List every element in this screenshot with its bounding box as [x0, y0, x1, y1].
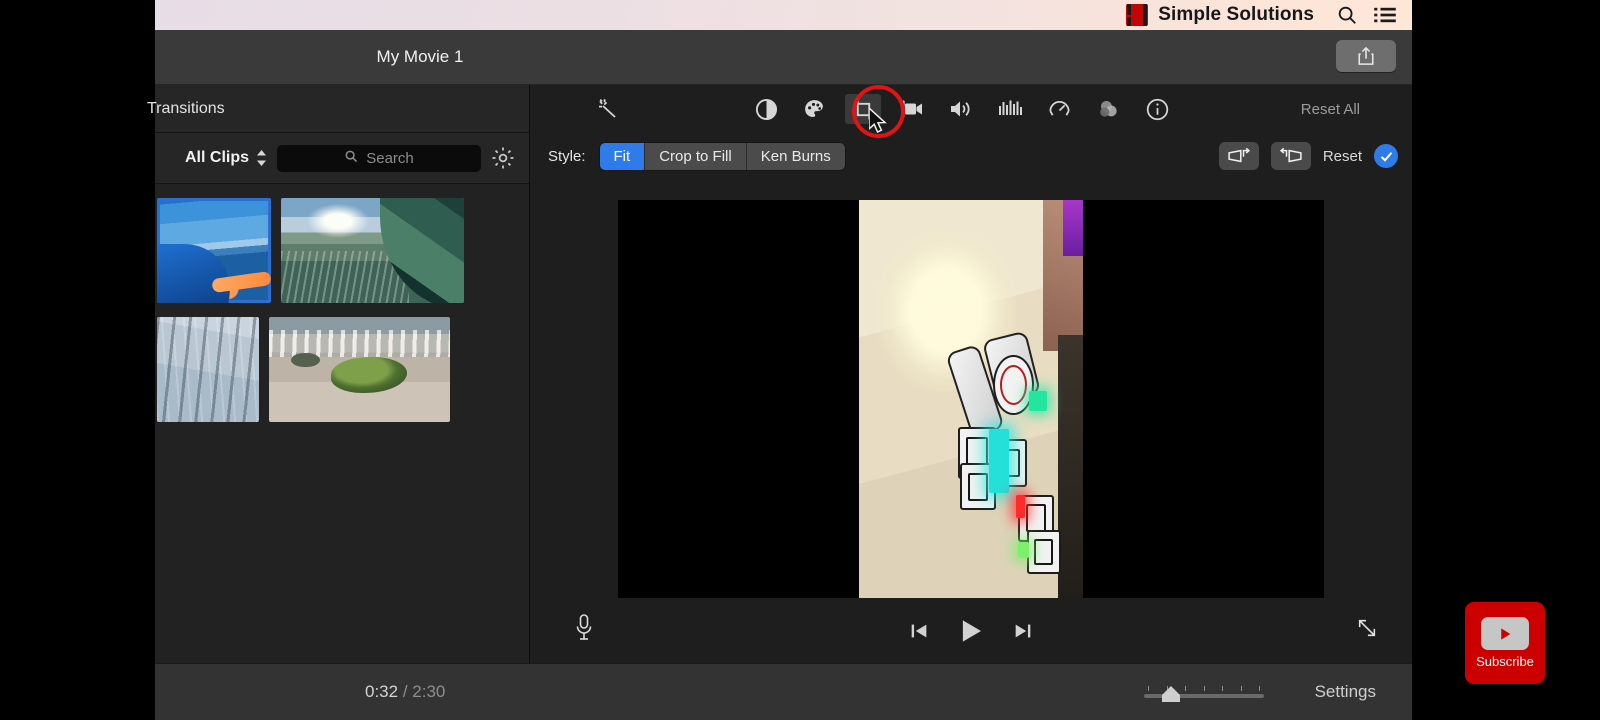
slider-track[interactable] [1144, 686, 1264, 702]
subscribe-button[interactable]: Subscribe [1465, 602, 1545, 684]
timecode: 0:32 / 2:30 [365, 682, 445, 702]
list-item[interactable] [281, 198, 464, 303]
film-strip-icon [1126, 4, 1149, 26]
audio-equalizer-icon[interactable] [992, 94, 1028, 124]
style-label: Style: [548, 147, 586, 165]
share-button[interactable] [1336, 40, 1396, 72]
playback-controls [530, 598, 1412, 663]
list-menu-icon[interactable] [1374, 6, 1396, 24]
site-top-bar: Simple Solutions [155, 0, 1412, 30]
zoom-slider[interactable] [1144, 686, 1264, 702]
auto-enhance-icon[interactable] [590, 94, 626, 124]
rotate-counterclockwise-icon[interactable] [1218, 142, 1259, 170]
search-icon [344, 149, 358, 167]
speed-icon[interactable] [1041, 94, 1077, 124]
stabilization-icon[interactable] [894, 94, 930, 124]
volume-icon[interactable] [943, 94, 979, 124]
status-bar: 0:32 / 2:30 Settings [155, 663, 1412, 720]
list-item[interactable] [157, 198, 271, 303]
play-icon[interactable] [956, 616, 986, 646]
expand-diagonal-icon[interactable] [1356, 617, 1378, 644]
color-correction-icon[interactable] [796, 94, 832, 124]
clip-filter-icon[interactable] [1090, 94, 1126, 124]
rotate-clockwise-icon[interactable] [1270, 142, 1311, 170]
clip-filter-dropdown[interactable]: All Clips [185, 149, 267, 167]
color-balance-icon[interactable] [748, 94, 784, 124]
search-input[interactable]: Search [277, 144, 481, 172]
checkmark-icon[interactable] [1374, 144, 1398, 168]
library-tab-bar: Transitions [147, 85, 529, 133]
crop-controls-row: Style: Fit Crop to Fill Ken Burns Reset [530, 133, 1412, 179]
top-bar-icons [1336, 4, 1396, 26]
chevron-up-down-icon [256, 150, 267, 166]
adjustments-toolbar: Reset All [530, 85, 1412, 133]
clip-filter-label: All Clips [185, 149, 250, 166]
list-item[interactable] [157, 317, 259, 422]
time-separator: / [402, 682, 408, 701]
slider-thumb[interactable] [1162, 686, 1180, 702]
brand: Simple Solutions [1126, 4, 1314, 26]
clip-row [155, 198, 519, 303]
crop-style-fit[interactable]: Fit [599, 142, 646, 170]
crop-style-segmented-control: Fit Crop to Fill Ken Burns [599, 142, 845, 170]
skip-to-end-icon[interactable] [1012, 620, 1034, 642]
crop-right-tools: Reset [1218, 142, 1398, 170]
gear-icon[interactable] [491, 146, 515, 170]
current-time: 0:32 [365, 682, 399, 701]
library-filter-bar: All Clips Search [155, 133, 529, 184]
viewer-panel: Reset All Style: Fit Crop to Fill Ken Bu… [530, 85, 1412, 663]
list-item[interactable] [269, 317, 450, 422]
subscribe-label: Subscribe [1476, 654, 1534, 669]
media-library-panel: Transitions All Clips Search [147, 85, 530, 663]
search-placeholder: Search [366, 149, 414, 167]
crop-style-ken-burns[interactable]: Ken Burns [746, 142, 845, 170]
clip-row [155, 317, 519, 422]
video-frame [859, 200, 1083, 598]
skip-to-start-icon[interactable] [908, 620, 930, 642]
app-title-bar: My Movie 1 [155, 30, 1412, 85]
clip-grid [155, 184, 529, 422]
reset-all-button[interactable]: Reset All [1301, 101, 1360, 118]
mouse-pointer-icon [868, 106, 891, 143]
tab-transitions[interactable]: Transitions [147, 100, 225, 118]
crop-style-crop-to-fill[interactable]: Crop to Fill [645, 142, 747, 170]
settings-button[interactable]: Settings [1315, 682, 1376, 702]
youtube-play-icon [1481, 617, 1529, 650]
video-preview-stage[interactable] [618, 200, 1324, 598]
crop-reset-button[interactable]: Reset [1323, 148, 1362, 165]
brand-name: Simple Solutions [1158, 4, 1314, 25]
microphone-icon[interactable] [574, 613, 594, 648]
page-title: My Movie 1 [376, 47, 464, 66]
screen-root: Simple Solutions My Movie 1 Transitions … [0, 0, 1600, 720]
info-icon[interactable] [1139, 94, 1175, 124]
total-time: 2:30 [412, 682, 446, 701]
search-icon[interactable] [1336, 4, 1358, 26]
